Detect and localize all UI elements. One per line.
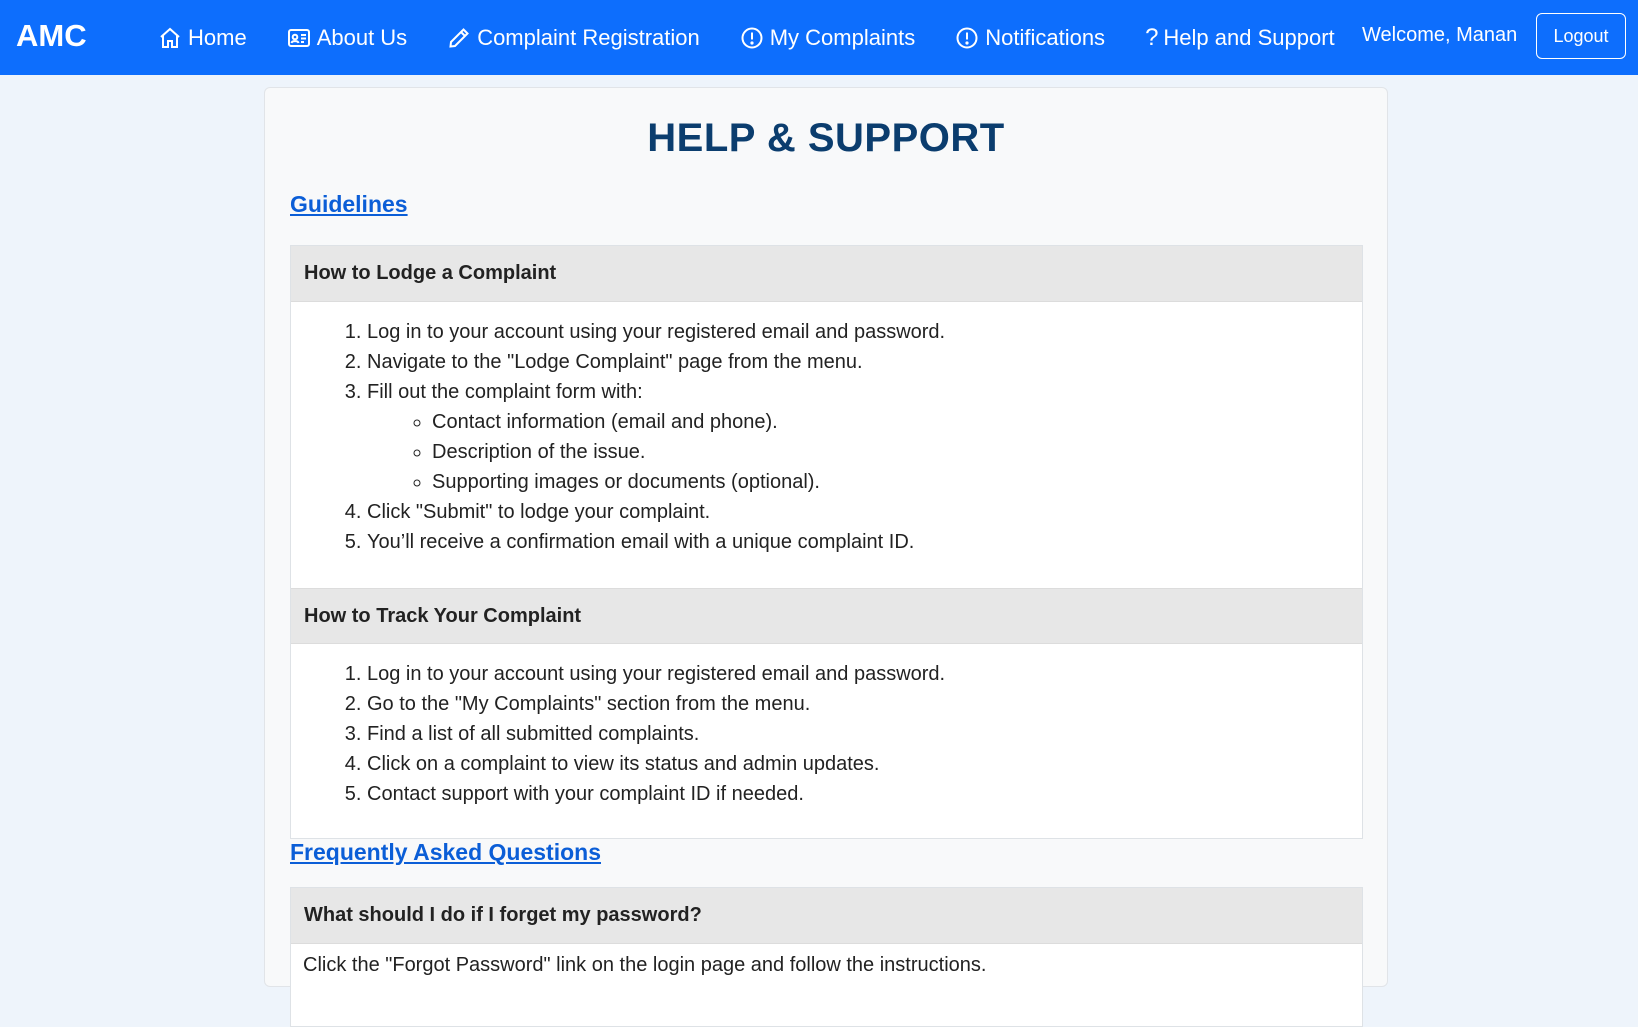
list-item: Find a list of all submitted complaints. — [367, 719, 1362, 749]
welcome-text: Welcome, Manan — [1362, 24, 1518, 46]
pencil-icon — [449, 27, 470, 48]
list-item: Click "Submit" to lodge your complaint. — [367, 497, 1362, 527]
accordion-body-track: Log in to your account using your regist… — [291, 644, 1362, 809]
nav-complaint-registration-label: Complaint Registration — [477, 24, 700, 50]
form-fields-sublist: Contact information (email and phone). D… — [367, 407, 1362, 497]
list-item: Log in to your account using your regist… — [367, 659, 1362, 689]
guidelines-accordion: How to Lodge a Complaint Log in to your … — [290, 245, 1363, 839]
nav-about-us[interactable]: About Us — [287, 24, 408, 51]
faq-accordion: What should I do if I forget my password… — [290, 887, 1363, 1027]
help-support-card: HELP & SUPPORT Guidelines How to Lodge a… — [264, 87, 1388, 1027]
list-item-text: Fill out the complaint form with: — [367, 381, 643, 403]
nav-my-complaints[interactable]: My Complaints — [740, 25, 915, 51]
nav-my-complaints-label: My Complaints — [769, 24, 916, 50]
list-item: Supporting images or documents (optional… — [432, 467, 1362, 497]
guidelines-link[interactable]: Guidelines — [290, 191, 408, 218]
faq-link[interactable]: Frequently Asked Questions — [290, 839, 601, 866]
exclamation-circle-icon — [741, 27, 763, 48]
lodge-steps-list: Log in to your account using your regist… — [291, 302, 1362, 557]
exclamation-circle-icon — [956, 27, 978, 48]
nav-complaint-registration[interactable]: Complaint Registration — [447, 25, 700, 51]
list-item: Contact information (email and phone). — [432, 407, 1362, 437]
nav-notifications[interactable]: Notifications — [955, 25, 1105, 51]
list-item: Click on a complaint to view its status … — [367, 749, 1362, 779]
nav-notifications-label: Notifications — [985, 24, 1106, 50]
accordion-header-lodge[interactable]: How to Lodge a Complaint — [291, 246, 1362, 302]
list-item: You’ll receive a confirmation email with… — [367, 527, 1362, 557]
nav-menu: Home About Us Complaint Registration My … — [158, 0, 1375, 75]
nav-home-label: Home — [188, 24, 247, 50]
list-item: Description of the issue. — [432, 437, 1362, 467]
nav-home[interactable]: Home — [158, 25, 247, 51]
nav-about-label: About Us — [316, 24, 408, 50]
brand-logo[interactable]: AMC — [16, 18, 87, 54]
accordion-header-track[interactable]: How to Track Your Complaint — [291, 588, 1362, 644]
faq-answer: Click the "Forgot Password" link on the … — [303, 954, 987, 976]
nav-help-support[interactable]: ? Help and Support — [1145, 25, 1335, 51]
id-card-icon — [287, 28, 310, 47]
list-item: Log in to your account using your regist… — [367, 317, 1362, 347]
nav-help-support-label: Help and Support — [1163, 24, 1335, 50]
home-icon — [160, 27, 180, 48]
list-item: Navigate to the "Lodge Complaint" page f… — [367, 347, 1362, 377]
accordion-body-lodge: Log in to your account using your regist… — [291, 302, 1362, 588]
question-icon: ? — [1145, 23, 1159, 51]
list-item: Go to the "My Complaints" section from t… — [367, 689, 1362, 719]
track-steps-list: Log in to your account using your regist… — [291, 644, 1362, 809]
page-title: HELP & SUPPORT — [647, 116, 1005, 160]
top-navbar: AMC Home About Us Complaint Registration… — [0, 0, 1638, 75]
list-item: Fill out the complaint form with: Contac… — [367, 377, 1362, 497]
list-item: Contact support with your complaint ID i… — [367, 779, 1362, 809]
faq-question-header[interactable]: What should I do if I forget my password… — [291, 888, 1362, 944]
logout-button[interactable]: Logout — [1536, 13, 1626, 59]
